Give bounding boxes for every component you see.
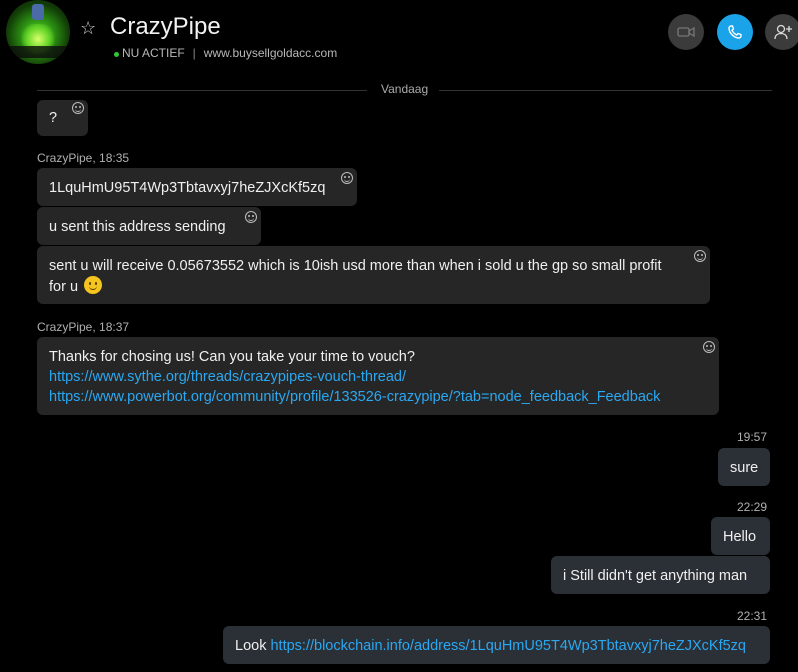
reaction-icon[interactable] xyxy=(341,172,353,184)
status-separator: | xyxy=(192,46,196,60)
date-label: Vandaag xyxy=(381,82,429,96)
message-bubble-outgoing[interactable]: Hello xyxy=(711,517,770,555)
message-bubble-outgoing[interactable]: sure xyxy=(718,448,770,486)
star-icon[interactable]: ☆ xyxy=(80,18,100,38)
message-time: 22:29 xyxy=(737,500,768,514)
message-bubble[interactable]: ? xyxy=(37,100,88,136)
message-text: ? xyxy=(49,110,58,126)
status-text: NU ACTIEF xyxy=(122,46,185,60)
message-bubble[interactable]: sent u will receive 0.05673552 which is … xyxy=(37,246,710,304)
mood-message: www.buysellgoldacc.com xyxy=(203,46,338,60)
message-text: Hello xyxy=(723,529,757,545)
online-dot-icon xyxy=(114,52,119,57)
message-link[interactable]: https://blockchain.info/address/1LquHmU9… xyxy=(270,638,746,654)
reaction-icon[interactable] xyxy=(245,211,257,223)
message-link[interactable]: https://www.powerbot.org/community/profi… xyxy=(49,389,660,405)
message-bubble-outgoing[interactable]: i Still didn't get anything man xyxy=(551,556,770,594)
add-participant-button[interactable] xyxy=(765,14,798,50)
date-divider: Vandaag xyxy=(37,82,772,96)
reaction-icon[interactable] xyxy=(703,341,715,353)
avatar-band xyxy=(6,46,70,58)
message-link[interactable]: https://www.sythe.org/threads/crazypipes… xyxy=(49,369,406,385)
divider-line-left xyxy=(37,90,367,91)
phone-icon xyxy=(728,25,742,39)
message-bubble-outgoing[interactable]: Look https://blockchain.info/address/1Lq… xyxy=(223,626,770,664)
sender-label: CrazyPipe, 18:37 xyxy=(37,320,130,334)
avatar-figure xyxy=(32,4,44,20)
status-row: NU ACTIEF | www.buysellgoldacc.com xyxy=(114,46,337,60)
reaction-icon[interactable] xyxy=(694,250,706,262)
message-time: 22:31 xyxy=(737,609,768,623)
message-bubble[interactable]: Thanks for chosing us! Can you take your… xyxy=(37,337,719,415)
message-text: 1LquHmU95T4Wp3Tbtavxyj7heZJXcKf5zq xyxy=(49,180,326,196)
online-status: NU ACTIEF xyxy=(114,46,185,60)
message-text: sent u will receive 0.05673552 which is … xyxy=(49,258,662,295)
reaction-icon[interactable] xyxy=(72,102,84,114)
message-text: u sent this address sending xyxy=(49,219,226,235)
message-text: i Still didn't get anything man xyxy=(563,568,748,584)
message-text: sure xyxy=(730,460,759,476)
add-user-icon xyxy=(774,24,792,40)
message-bubble[interactable]: 1LquHmU95T4Wp3Tbtavxyj7heZJXcKf5zq xyxy=(37,168,357,206)
message-bubble[interactable]: u sent this address sending xyxy=(37,207,261,245)
video-call-button[interactable] xyxy=(668,14,704,50)
divider-line-right xyxy=(439,90,772,91)
audio-call-button[interactable] xyxy=(717,14,753,50)
avatar[interactable] xyxy=(6,0,70,64)
sender-label: CrazyPipe, 18:35 xyxy=(37,151,130,165)
smile-emoji-icon xyxy=(84,276,103,294)
message-text: Thanks for chosing us! Can you take your… xyxy=(49,349,415,365)
video-camera-icon xyxy=(677,26,695,38)
chat-header: ☆ CrazyPipe NU ACTIEF | www.buysellgolda… xyxy=(0,0,798,80)
message-time: 19:57 xyxy=(737,430,768,444)
contact-name[interactable]: CrazyPipe xyxy=(110,13,221,41)
message-text: Look xyxy=(235,638,267,654)
